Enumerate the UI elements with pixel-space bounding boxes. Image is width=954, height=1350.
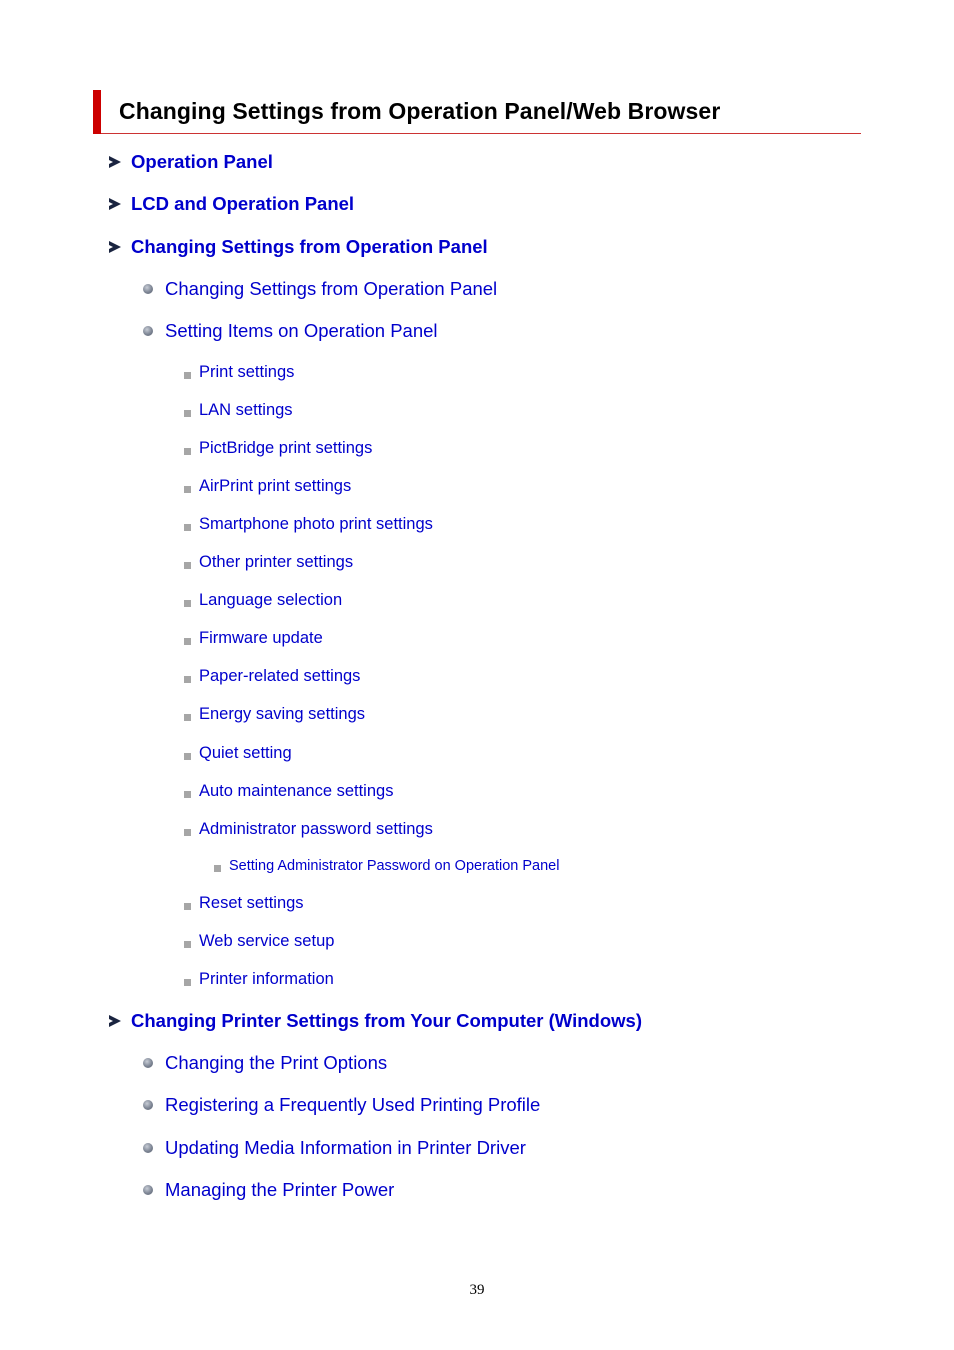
- round-bullet-icon: [143, 326, 153, 336]
- square-bullet-icon: [184, 676, 191, 683]
- toc-item-quiet-setting[interactable]: Quiet setting: [184, 744, 292, 763]
- toc-link[interactable]: Setting Items on Operation Panel: [165, 320, 438, 342]
- toc-link[interactable]: Registering a Frequently Used Printing P…: [165, 1094, 540, 1116]
- toc-link[interactable]: LCD and Operation Panel: [131, 193, 354, 215]
- toc-item-reset-settings[interactable]: Reset settings: [184, 894, 304, 913]
- toc-item-lan-settings[interactable]: LAN settings: [184, 401, 293, 420]
- round-bullet-icon: [143, 1058, 153, 1068]
- toc-item-managing-the-printer-power[interactable]: Managing the Printer Power: [143, 1179, 394, 1201]
- toc-link[interactable]: Firmware update: [199, 629, 323, 648]
- square-bullet-icon: [184, 410, 191, 417]
- toc-item-print-settings[interactable]: Print settings: [184, 363, 294, 382]
- toc-link[interactable]: Administrator password settings: [199, 820, 433, 839]
- toc-item-administrator-password-settings[interactable]: Administrator password settings: [184, 820, 433, 839]
- square-bullet-icon: [184, 486, 191, 493]
- arrow-right-icon: [109, 156, 121, 168]
- toc-item-registering-printing-profile[interactable]: Registering a Frequently Used Printing P…: [143, 1094, 540, 1116]
- toc-item-smartphone-photo-print-settings[interactable]: Smartphone photo print settings: [184, 515, 433, 534]
- toc-item-web-service-setup[interactable]: Web service setup: [184, 932, 334, 951]
- square-bullet-icon: [184, 524, 191, 531]
- page-number: 39: [469, 1282, 485, 1298]
- toc-item-lcd-and-operation-panel[interactable]: LCD and Operation Panel: [109, 193, 354, 215]
- toc-item-airprint-print-settings[interactable]: AirPrint print settings: [184, 477, 351, 496]
- arrow-right-icon: [109, 241, 121, 253]
- round-bullet-icon: [143, 1100, 153, 1110]
- toc-link[interactable]: Energy saving settings: [199, 705, 365, 724]
- toc-item-changing-the-print-options[interactable]: Changing the Print Options: [143, 1052, 387, 1074]
- toc-link[interactable]: Smartphone photo print settings: [199, 515, 433, 534]
- toc-link[interactable]: Print settings: [199, 363, 294, 382]
- square-bullet-icon: [184, 829, 191, 836]
- square-bullet-icon: [184, 372, 191, 379]
- square-bullet-icon: [184, 600, 191, 607]
- arrow-right-icon: [109, 1015, 121, 1027]
- toc-link[interactable]: AirPrint print settings: [199, 477, 351, 496]
- toc-link[interactable]: Changing Settings from Operation Panel: [165, 278, 497, 300]
- square-bullet-icon: [184, 791, 191, 798]
- toc-item-firmware-update[interactable]: Firmware update: [184, 629, 323, 648]
- toc-item-setting-administrator-password[interactable]: Setting Administrator Password on Operat…: [214, 858, 559, 874]
- square-bullet-icon: [184, 941, 191, 948]
- toc-item-auto-maintenance-settings[interactable]: Auto maintenance settings: [184, 782, 393, 801]
- toc-item-updating-media-information[interactable]: Updating Media Information in Printer Dr…: [143, 1137, 526, 1159]
- toc-link[interactable]: Auto maintenance settings: [199, 782, 393, 801]
- toc-link[interactable]: Updating Media Information in Printer Dr…: [165, 1137, 526, 1159]
- square-bullet-icon: [184, 903, 191, 910]
- toc-item-language-selection[interactable]: Language selection: [184, 591, 342, 610]
- toc-link[interactable]: PictBridge print settings: [199, 439, 372, 458]
- toc-item-changing-settings-from-operation-panel[interactable]: Changing Settings from Operation Panel: [109, 236, 488, 258]
- round-bullet-icon: [143, 284, 153, 294]
- toc-item-printer-information[interactable]: Printer information: [184, 970, 334, 989]
- square-bullet-icon: [184, 753, 191, 760]
- toc-link[interactable]: Reset settings: [199, 894, 304, 913]
- toc-link[interactable]: Changing Printer Settings from Your Comp…: [131, 1010, 642, 1032]
- square-bullet-icon: [214, 864, 221, 872]
- toc-link[interactable]: Changing Settings from Operation Panel: [131, 236, 488, 258]
- page-title-block: Changing Settings from Operation Panel/W…: [93, 90, 861, 134]
- round-bullet-icon: [143, 1185, 153, 1195]
- toc-link[interactable]: Changing the Print Options: [165, 1052, 387, 1074]
- toc-link[interactable]: Setting Administrator Password on Operat…: [229, 858, 559, 874]
- page-title: Changing Settings from Operation Panel/W…: [119, 98, 721, 124]
- toc-item-setting-items-on-operation-panel[interactable]: Setting Items on Operation Panel: [143, 320, 438, 342]
- toc-link[interactable]: Quiet setting: [199, 744, 292, 763]
- toc-item-operation-panel[interactable]: Operation Panel: [109, 151, 273, 173]
- arrow-right-icon: [109, 198, 121, 210]
- toc-item-changing-settings-subpage[interactable]: Changing Settings from Operation Panel: [143, 278, 497, 300]
- toc-link[interactable]: LAN settings: [199, 401, 293, 420]
- toc-item-changing-printer-settings-windows[interactable]: Changing Printer Settings from Your Comp…: [109, 1010, 642, 1032]
- square-bullet-icon: [184, 562, 191, 569]
- square-bullet-icon: [184, 638, 191, 645]
- square-bullet-icon: [184, 714, 191, 721]
- toc-item-pictbridge-print-settings[interactable]: PictBridge print settings: [184, 439, 372, 458]
- toc-item-paper-related-settings[interactable]: Paper-related settings: [184, 667, 360, 686]
- toc-link[interactable]: Language selection: [199, 591, 342, 610]
- toc-link[interactable]: Other printer settings: [199, 553, 353, 572]
- square-bullet-icon: [184, 979, 191, 986]
- round-bullet-icon: [143, 1143, 153, 1153]
- toc-item-other-printer-settings[interactable]: Other printer settings: [184, 553, 353, 572]
- toc-link[interactable]: Printer information: [199, 970, 334, 989]
- title-accent-bar: [93, 90, 101, 134]
- toc-link[interactable]: Operation Panel: [131, 151, 273, 173]
- toc-link[interactable]: Managing the Printer Power: [165, 1179, 394, 1201]
- toc-link[interactable]: Web service setup: [199, 932, 334, 951]
- toc-link[interactable]: Paper-related settings: [199, 667, 360, 686]
- square-bullet-icon: [184, 448, 191, 455]
- toc-item-energy-saving-settings[interactable]: Energy saving settings: [184, 705, 365, 724]
